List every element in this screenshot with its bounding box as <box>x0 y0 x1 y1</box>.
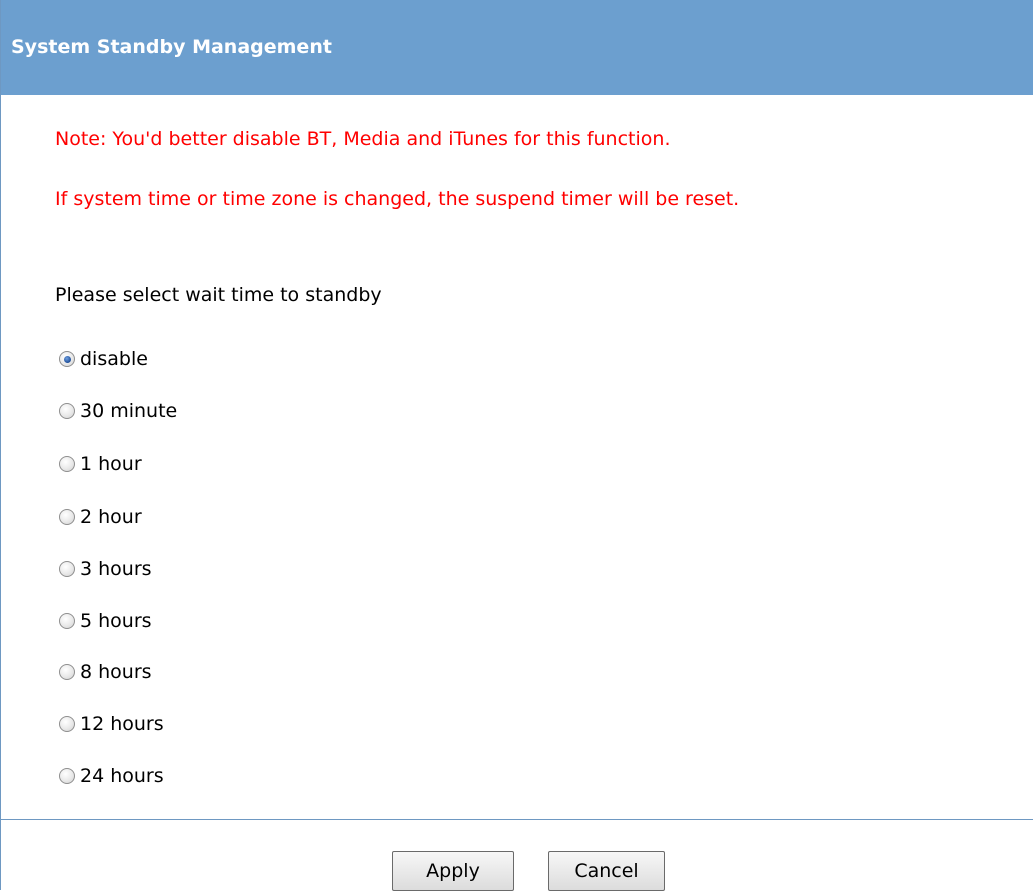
option-12-hours[interactable]: 12 hours <box>59 711 164 737</box>
option-label: disable <box>80 348 148 370</box>
radio-button[interactable] <box>59 613 75 629</box>
radio-button[interactable] <box>59 351 75 367</box>
cancel-button[interactable]: Cancel <box>548 851 665 891</box>
radio-button[interactable] <box>59 456 75 472</box>
apply-button[interactable]: Apply <box>392 851 514 891</box>
option-label: 24 hours <box>80 765 164 787</box>
option-label: 5 hours <box>80 610 152 632</box>
option-disable[interactable]: disable <box>59 346 148 372</box>
option-24-hours[interactable]: 24 hours <box>59 763 164 789</box>
footer-divider <box>1 819 1033 820</box>
radio-button[interactable] <box>59 716 75 732</box>
timer-reset-note: If system time or time zone is changed, … <box>55 188 740 210</box>
option-label: 8 hours <box>80 661 152 683</box>
radio-selected-dot <box>63 355 71 363</box>
radio-button[interactable] <box>59 509 75 525</box>
wait-time-prompt: Please select wait time to standby <box>55 284 382 306</box>
option-3-hours[interactable]: 3 hours <box>59 556 152 582</box>
panel-header: System Standby Management <box>1 0 1033 95</box>
page-title: System Standby Management <box>11 36 332 58</box>
option-30-minute[interactable]: 30 minute <box>59 398 177 424</box>
option-8-hours[interactable]: 8 hours <box>59 659 152 685</box>
option-1-hour[interactable]: 1 hour <box>59 451 142 477</box>
radio-button[interactable] <box>59 403 75 419</box>
warning-note: Note: You'd better disable BT, Media and… <box>55 128 671 150</box>
standby-panel: System Standby Management Note: You'd be… <box>0 0 1033 891</box>
radio-button[interactable] <box>59 768 75 784</box>
radio-button[interactable] <box>59 561 75 577</box>
option-label: 3 hours <box>80 558 152 580</box>
option-label: 30 minute <box>80 400 178 422</box>
option-2-hour[interactable]: 2 hour <box>59 504 142 530</box>
option-label: 12 hours <box>80 713 164 735</box>
radio-button[interactable] <box>59 664 75 680</box>
option-5-hours[interactable]: 5 hours <box>59 608 152 634</box>
option-label: 2 hour <box>80 506 142 528</box>
option-label: 1 hour <box>80 453 142 475</box>
